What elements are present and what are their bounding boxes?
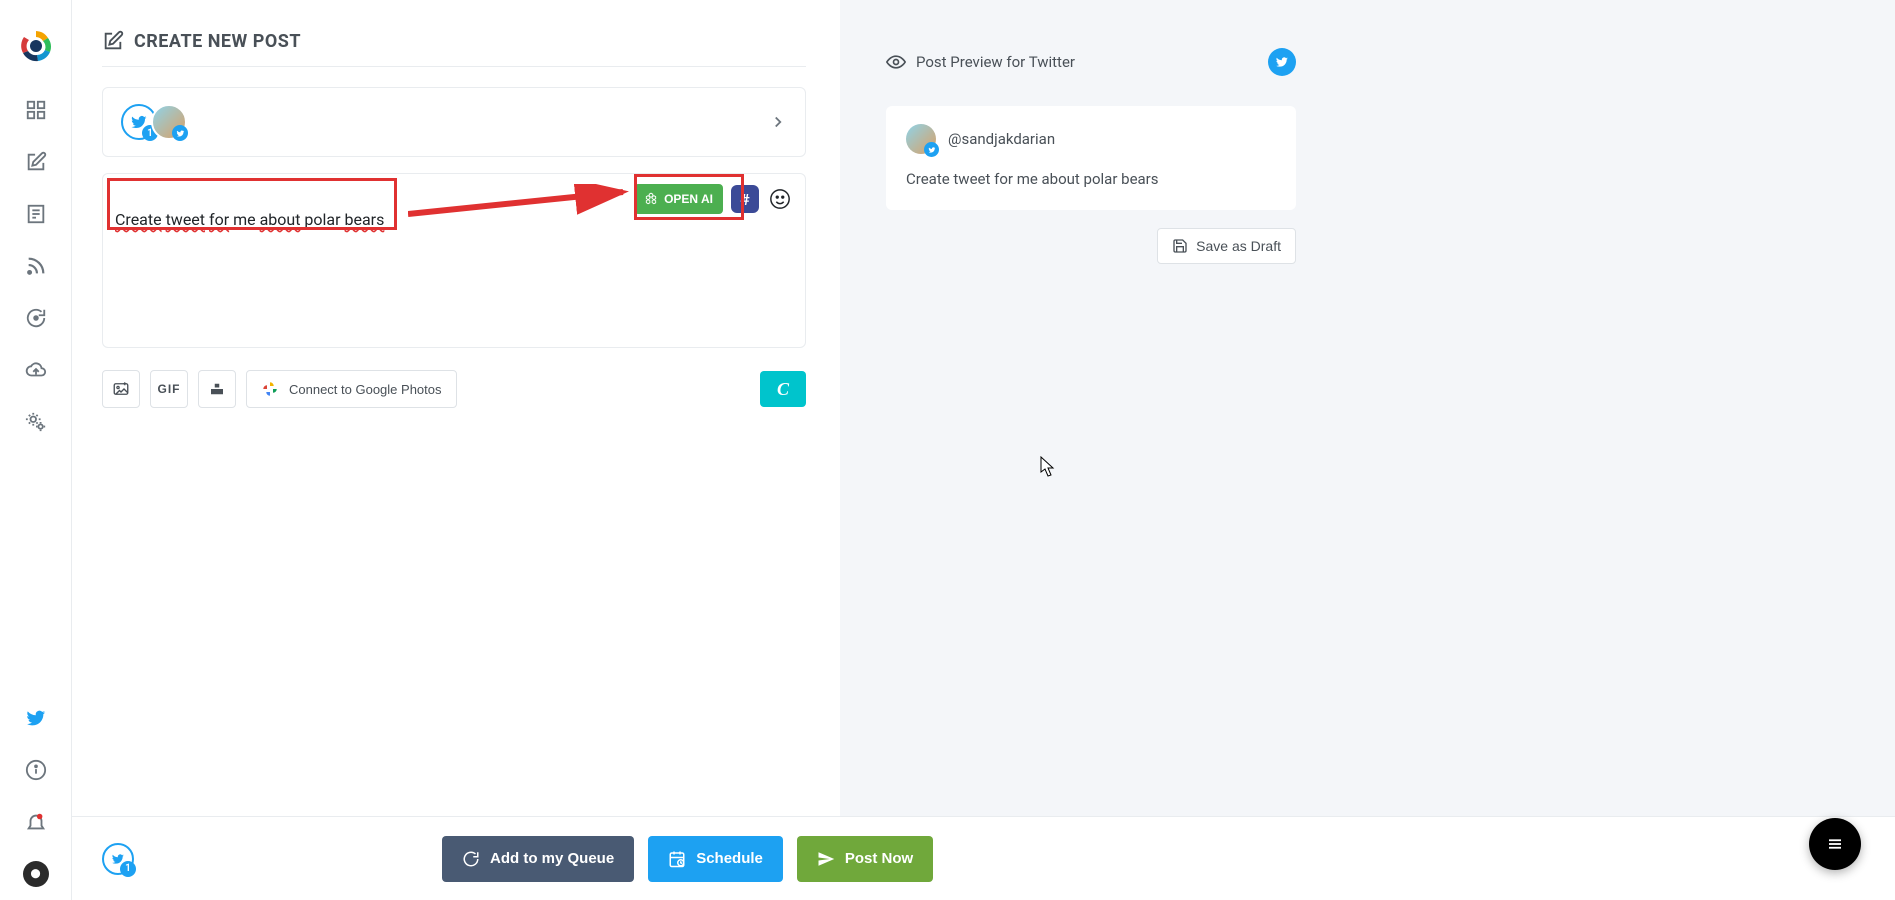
hashtag-button[interactable]: # xyxy=(731,185,759,213)
calendar-clock-icon xyxy=(668,850,686,868)
page-title-text: CREATE NEW POST xyxy=(134,31,301,52)
chevron-right-icon xyxy=(769,113,787,131)
app-logo xyxy=(18,28,54,64)
save-draft-button[interactable]: Save as Draft xyxy=(1157,228,1296,264)
nav-dashboard[interactable] xyxy=(0,84,71,136)
nav-content[interactable] xyxy=(0,188,71,240)
page-title: CREATE NEW POST xyxy=(102,30,840,52)
nav-notifications[interactable] xyxy=(0,796,71,848)
openai-button[interactable]: OPEN AI xyxy=(634,184,723,214)
editor-text[interactable]: Create tweet for me about polar bears xyxy=(115,210,384,229)
divider xyxy=(102,66,806,67)
avatar-initials: ⬤ xyxy=(30,869,40,879)
preview-card: @sandjakdarian Create tweet for me about… xyxy=(886,106,1296,210)
openai-label: OPEN AI xyxy=(664,192,713,206)
nav-recycle[interactable] xyxy=(0,292,71,344)
preview-panel: Post Preview for Twitter @sandjakdarian … xyxy=(840,0,1895,900)
annotation-arrow xyxy=(408,184,648,224)
add-gif-button[interactable]: GIF xyxy=(150,370,188,408)
footer-account-badge: 1 xyxy=(120,861,136,877)
account-avatar xyxy=(151,104,187,140)
preview-network-icon xyxy=(1268,48,1296,76)
nav-rss[interactable] xyxy=(0,240,71,292)
send-icon xyxy=(817,850,835,868)
preview-network-badge xyxy=(924,142,939,157)
nav-upload[interactable] xyxy=(0,344,71,396)
account-selector[interactable]: 1 xyxy=(102,87,806,157)
preview-header: Post Preview for Twitter xyxy=(886,48,1296,76)
nav-compose[interactable] xyxy=(0,136,71,188)
add-to-queue-button[interactable]: Add to my Queue xyxy=(442,836,634,882)
save-icon xyxy=(1172,238,1188,254)
canva-button[interactable]: C xyxy=(760,371,806,407)
network-badge-icon xyxy=(172,125,188,141)
menu-icon xyxy=(1826,835,1844,853)
nav-info[interactable] xyxy=(0,744,71,796)
emoji-icon xyxy=(769,188,791,210)
post-now-button[interactable]: Post Now xyxy=(797,836,933,882)
connect-google-photos-button[interactable]: Connect to Google Photos xyxy=(246,370,457,408)
fab-menu-button[interactable] xyxy=(1809,818,1861,870)
eye-icon xyxy=(886,52,906,72)
compose-icon xyxy=(102,30,124,52)
openai-icon xyxy=(644,192,658,206)
post-editor[interactable]: OPEN AI # Create tweet for me about pola… xyxy=(102,173,806,348)
preview-body-text: Create tweet for me about polar bears xyxy=(906,170,1276,188)
compose-column: CREATE NEW POST 1 OPEN AI # xyxy=(72,0,840,900)
preview-handle: @sandjakdarian xyxy=(948,130,1055,148)
google-photos-icon xyxy=(261,380,279,398)
add-media-library-button[interactable] xyxy=(198,370,236,408)
nav-account-avatar[interactable]: ⬤ xyxy=(0,848,71,900)
preview-header-text: Post Preview for Twitter xyxy=(916,53,1075,71)
preview-avatar xyxy=(906,124,936,154)
media-toolbar: GIF Connect to Google Photos C xyxy=(102,370,806,408)
emoji-button[interactable] xyxy=(767,186,793,212)
footer-account-icon[interactable]: 1 xyxy=(102,843,134,875)
refresh-icon xyxy=(462,850,480,868)
sidebar: ⬤ xyxy=(0,0,72,900)
add-image-button[interactable] xyxy=(102,370,140,408)
nav-twitter[interactable] xyxy=(0,692,71,744)
footer: 1 Add to my Queue Schedule Post Now xyxy=(72,816,1895,900)
nav-settings[interactable] xyxy=(0,396,71,448)
schedule-button[interactable]: Schedule xyxy=(648,836,783,882)
